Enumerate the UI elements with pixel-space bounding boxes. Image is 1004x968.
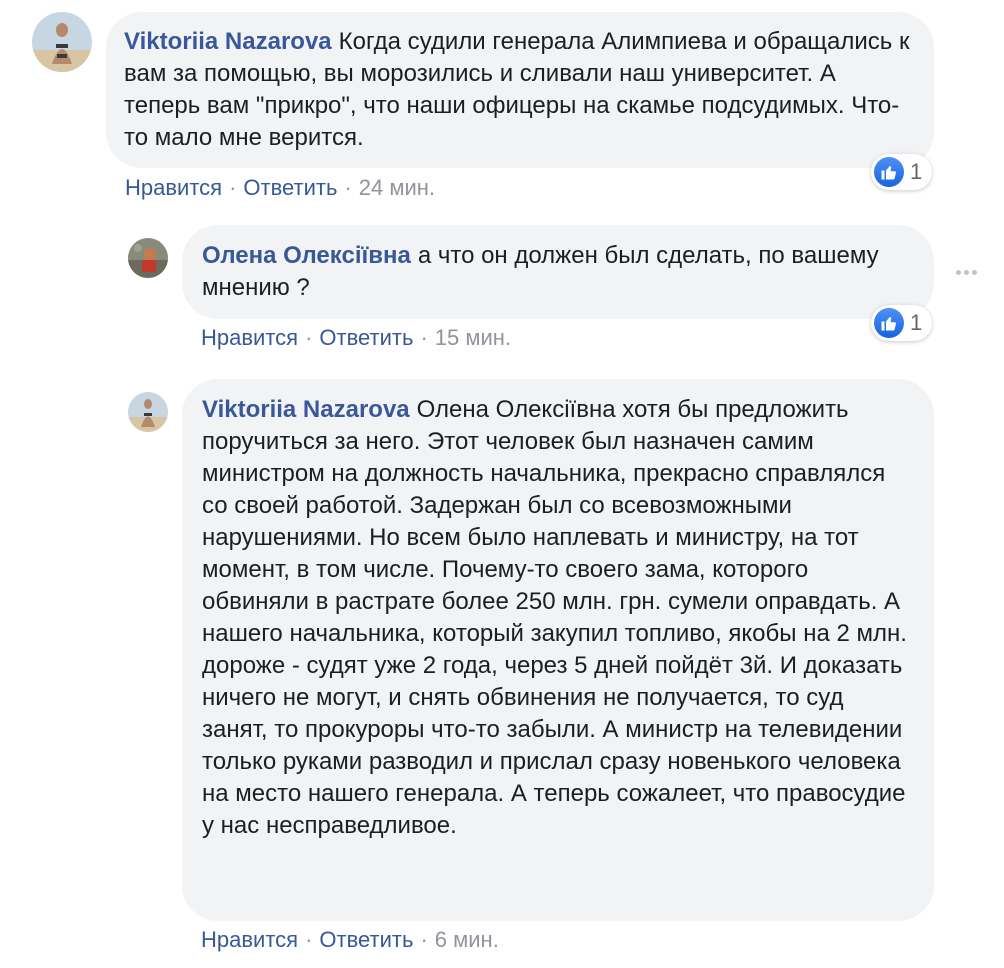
reply-link[interactable]: Ответить xyxy=(319,325,413,350)
comment-actions: Нравится · Ответить · 15 мин. xyxy=(201,324,511,352)
comment-author[interactable]: Viktoriia Nazarova xyxy=(202,396,410,423)
reaction-count[interactable]: 1 xyxy=(871,154,933,190)
thumbs-up-icon xyxy=(874,308,904,338)
comment-bubble: Олена Олексіївна а что он должен был сдел… xyxy=(182,225,934,319)
separator: · xyxy=(305,325,313,350)
avatar-image xyxy=(32,12,92,72)
reaction-count[interactable]: 1 xyxy=(871,305,933,341)
separator: · xyxy=(305,927,313,952)
thumbs-up-icon xyxy=(874,157,904,187)
avatar-viktoriia[interactable] xyxy=(128,392,168,432)
comment-bubble: Viktoriia Nazarova Олена Олексіївна хотя … xyxy=(182,379,934,921)
separator: · xyxy=(229,175,237,200)
more-options-icon[interactable] xyxy=(956,270,977,275)
reaction-number: 1 xyxy=(910,159,923,184)
comment-bubble: Viktoriia Nazarova Когда судили генерала … xyxy=(106,12,934,168)
reply-link[interactable]: Ответить xyxy=(319,927,413,952)
timestamp[interactable]: 24 мин. xyxy=(359,175,435,200)
comment-actions: Нравится · Ответить · 6 мин. xyxy=(201,926,499,954)
timestamp[interactable]: 6 мин. xyxy=(435,927,499,952)
like-link[interactable]: Нравится xyxy=(125,175,222,200)
avatar-image xyxy=(128,238,168,278)
comment-author[interactable]: Олена Олексіївна xyxy=(202,242,411,269)
timestamp[interactable]: 15 мин. xyxy=(435,325,511,350)
comment-actions: Нравится · Ответить · 24 мин. xyxy=(125,174,435,202)
reply-link[interactable]: Ответить xyxy=(243,175,337,200)
comment-text: Олена Олексіївна хотя бы предложить пору… xyxy=(202,396,907,839)
like-link[interactable]: Нравится xyxy=(201,927,298,952)
like-link[interactable]: Нравится xyxy=(201,325,298,350)
comment-author[interactable]: Viktoriia Nazarova xyxy=(124,28,332,55)
avatar-image xyxy=(128,392,168,432)
separator: · xyxy=(420,325,428,350)
separator: · xyxy=(344,175,352,200)
avatar-olena[interactable] xyxy=(128,238,168,278)
reaction-number: 1 xyxy=(910,310,923,335)
avatar-viktoriia[interactable] xyxy=(32,12,92,72)
separator: · xyxy=(420,927,428,952)
